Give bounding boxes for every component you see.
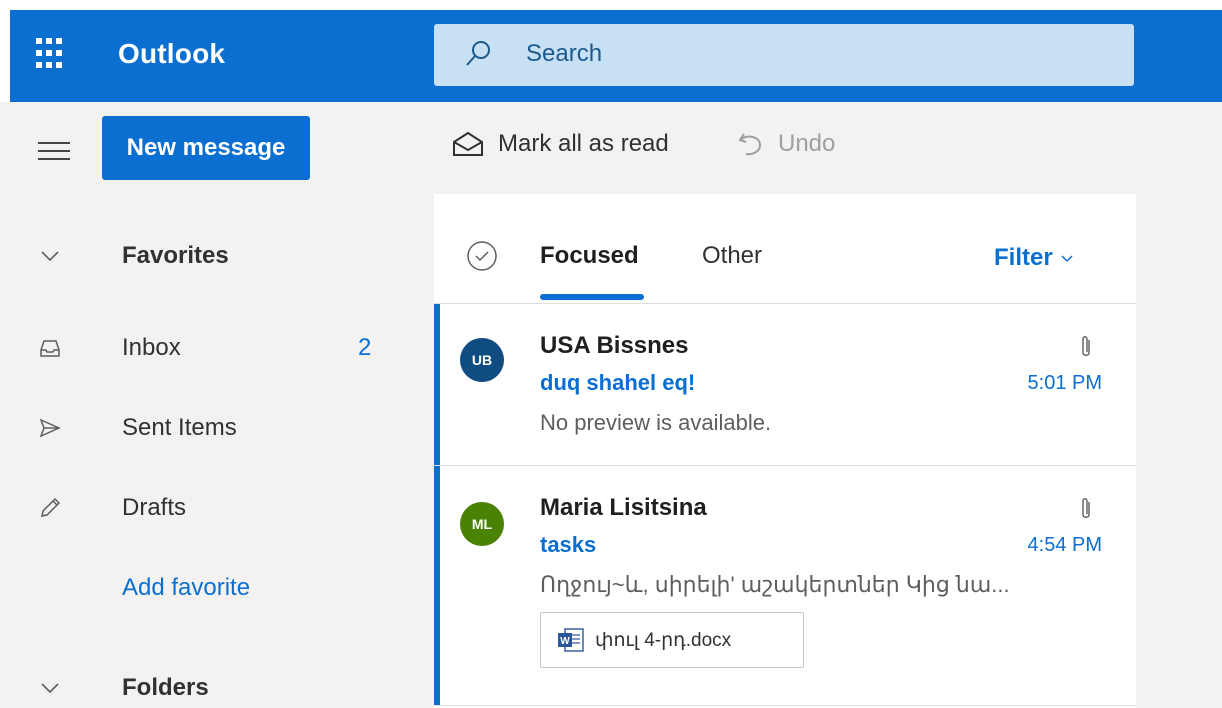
pencil-icon	[41, 497, 61, 517]
search-icon	[466, 41, 490, 66]
message-item[interactable]: ML Maria Lisitsina tasks 4:54 PM Ողջույ~…	[434, 466, 1136, 706]
message-preview: No preview is available.	[540, 410, 772, 435]
paperclip-icon	[1082, 336, 1090, 356]
unread-count-badge: 2	[358, 334, 372, 361]
unread-indicator	[434, 466, 440, 705]
message-sender: USA Bissnes	[540, 332, 689, 359]
app-title[interactable]: Outlook	[118, 38, 225, 70]
mark-all-read-button[interactable]: Mark all as read	[452, 130, 669, 158]
chevron-down-icon[interactable]	[38, 676, 62, 700]
favorites-header[interactable]: Favorites	[0, 226, 434, 286]
message-list: Focused Other Filter UB USA Bissnes duq …	[434, 194, 1136, 708]
word-document-icon: W	[558, 628, 584, 652]
favorites-label: Favorites	[122, 242, 229, 269]
search-input[interactable]: Search	[526, 40, 602, 68]
sidebar-item-label: Sent Items	[122, 414, 237, 441]
filter-label: Filter	[994, 244, 1053, 271]
message-sender: Maria Lisitsina	[540, 494, 707, 521]
message-subject: duq shahel eq!	[540, 370, 696, 395]
mark-all-read-label: Mark all as read	[498, 130, 669, 157]
attachment-name: փուլ 4-րդ.docx	[595, 629, 732, 651]
undo-button[interactable]: Undo	[736, 130, 835, 158]
add-favorite-link[interactable]: Add favorite	[0, 558, 434, 618]
message-preview: Ողջույ~և, սիրելի' աշակերտներ Կից նա...	[540, 572, 1010, 597]
new-message-button[interactable]: New message	[102, 116, 310, 180]
chevron-down-icon	[1061, 255, 1073, 263]
top-bar: Outlook Search	[10, 10, 1222, 102]
attachment-card[interactable]: W փուլ 4-րդ.docx	[540, 612, 804, 668]
envelope-open-icon	[453, 131, 483, 156]
folder-pane: Favorites Inbox 2 Sent Items Drafts Add …	[0, 194, 434, 708]
command-bar: New message Mark all as read Undo	[0, 102, 1222, 194]
tab-focused[interactable]: Focused	[540, 242, 639, 270]
chevron-down-icon[interactable]	[38, 244, 62, 268]
filter-button[interactable]: Filter	[994, 244, 1075, 272]
avatar: ML	[460, 502, 504, 546]
tab-other[interactable]: Other	[702, 242, 762, 270]
undo-icon	[738, 133, 762, 156]
message-subject: tasks	[540, 532, 597, 557]
reading-pane-gutter	[1136, 194, 1222, 708]
message-item[interactable]: UB USA Bissnes duq shahel eq! 5:01 PM No…	[434, 304, 1136, 466]
sidebar-item-drafts[interactable]: Drafts	[0, 478, 434, 538]
app-launcher-icon[interactable]	[36, 38, 68, 70]
folders-label: Folders	[122, 674, 209, 701]
undo-label: Undo	[778, 130, 836, 157]
folders-header[interactable]: Folders	[0, 658, 434, 708]
send-icon	[39, 418, 61, 438]
sidebar-item-sent-items[interactable]: Sent Items	[0, 398, 434, 458]
paperclip-icon	[1082, 498, 1090, 518]
svg-text:W: W	[560, 636, 570, 647]
sidebar-item-label: Drafts	[122, 494, 187, 521]
search-box[interactable]: Search	[434, 24, 1134, 86]
sidebar-item-label: Inbox	[122, 334, 181, 361]
add-favorite-label: Add favorite	[122, 574, 251, 601]
select-all-check-icon[interactable]	[466, 240, 498, 272]
tab-selected-indicator	[540, 294, 644, 300]
inbox-tabs: Focused Other Filter	[434, 194, 1136, 304]
avatar: UB	[460, 338, 504, 382]
sidebar-item-inbox[interactable]: Inbox 2	[0, 318, 434, 378]
message-time: 4:54 PM	[1027, 534, 1102, 556]
inbox-icon	[40, 340, 60, 357]
message-time: 5:01 PM	[1027, 372, 1102, 394]
hamburger-menu-icon[interactable]	[38, 142, 70, 160]
unread-indicator	[434, 304, 440, 465]
